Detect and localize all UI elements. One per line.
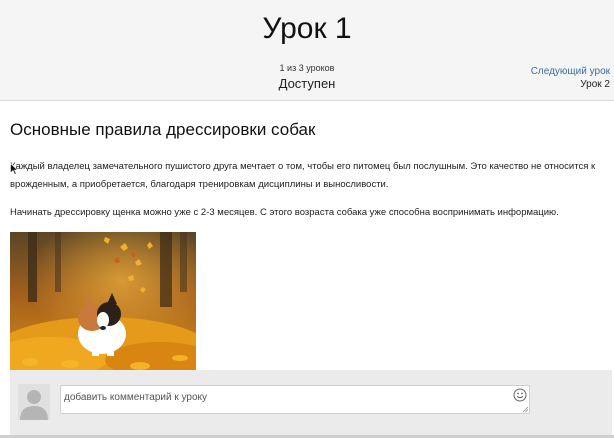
next-lesson-label[interactable]: Следующий урок — [531, 66, 610, 78]
lesson-progress: 1 из 3 уроков — [279, 63, 335, 73]
lesson-status: Доступен — [278, 76, 336, 91]
user-avatar-icon — [18, 384, 50, 420]
article-title: Основные правила дрессировки собак — [10, 120, 316, 139]
dog-in-autumn-leaves-image — [10, 232, 196, 372]
article-paragraph: Начинать дрессировку щенка можно уже с 2… — [10, 207, 559, 218]
next-lesson-name[interactable]: Урок 2 — [531, 78, 610, 92]
comment-input[interactable] — [60, 385, 530, 414]
comment-bar — [10, 370, 612, 438]
mouse-cursor-icon — [10, 163, 18, 175]
article-paragraph: Каждый владелец замечательного пушистого… — [10, 161, 596, 190]
smiley-icon[interactable] — [513, 388, 527, 402]
lesson-title: Урок 1 — [262, 12, 352, 45]
lesson-header: Урок 1 1 из 3 уроков Доступен Следующий … — [0, 0, 614, 101]
next-lesson-link[interactable]: Следующий урок Урок 2 — [531, 66, 610, 92]
resize-handle-icon[interactable] — [522, 406, 529, 413]
